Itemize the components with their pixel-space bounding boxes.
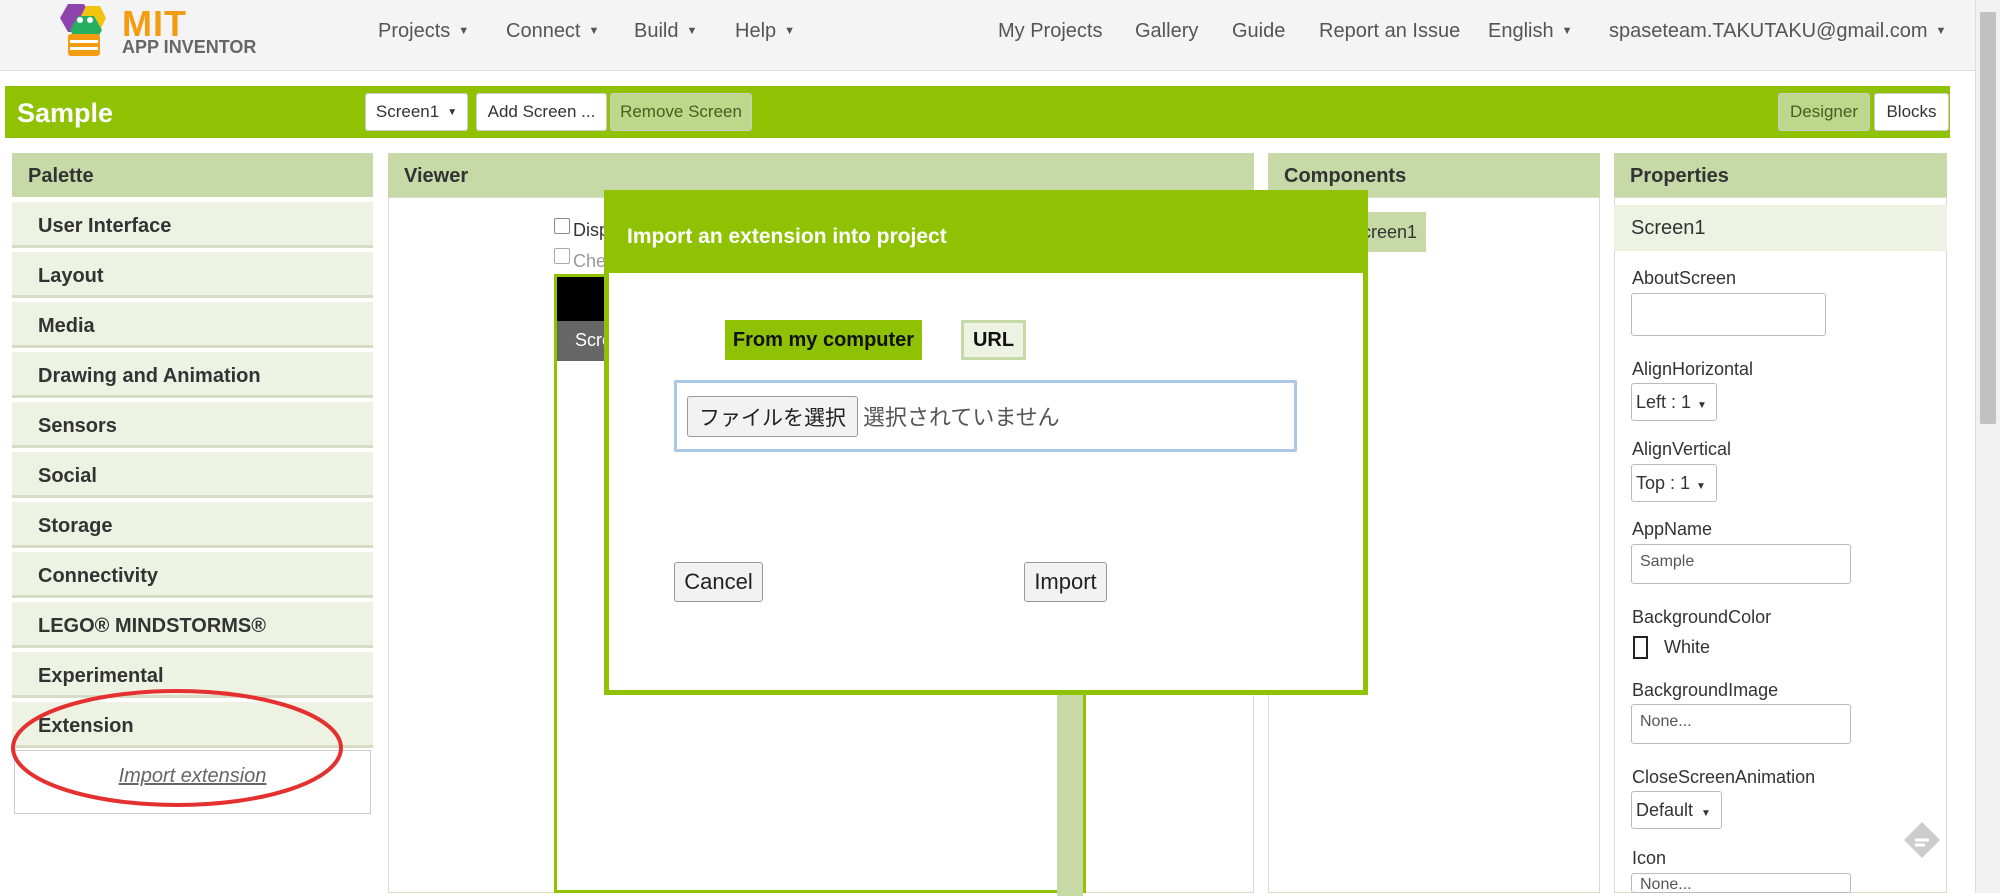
palette-storage[interactable]: Storage [12, 502, 373, 548]
color-swatch-icon[interactable] [1633, 636, 1648, 659]
prop-close-anim-value: Default [1636, 800, 1694, 820]
caret-down-icon: ▼ [1935, 25, 1947, 37]
nav-language[interactable]: English ▼ [1488, 20, 1573, 43]
prop-app-name-input[interactable]: Sample [1631, 544, 1851, 584]
prop-align-vertical-select[interactable]: Top : 1 ▼ [1631, 464, 1717, 502]
caret-down-icon: ▼ [458, 25, 470, 37]
dialog-title: Import an extension into project [609, 195, 1363, 273]
prop-bg-image-input[interactable]: None... [1631, 704, 1851, 744]
mit-logo-icon[interactable] [48, 2, 118, 60]
page-scrollbar[interactable] [1975, 0, 2000, 893]
remove-screen-button[interactable]: Remove Screen [610, 93, 752, 131]
nav-build-label: Build [634, 20, 679, 42]
choose-file-button[interactable]: ファイルを選択 [687, 396, 858, 437]
cancel-button[interactable]: Cancel [674, 562, 763, 602]
palette-media[interactable]: Media [12, 302, 373, 348]
caret-down-icon: ▼ [686, 25, 698, 37]
screen-select-label: Screen1 [375, 102, 440, 121]
project-toolbar: Sample Screen1 ▼ Add Screen ... Remove Sc… [5, 86, 1950, 138]
add-screen-button[interactable]: Add Screen ... [476, 93, 607, 131]
caret-down-icon: ▼ [1697, 400, 1707, 411]
caret-down-icon: ▼ [1696, 481, 1706, 492]
nav-build[interactable]: Build ▼ [634, 20, 697, 43]
nav-help-label: Help [735, 20, 777, 42]
nav-gallery[interactable]: Gallery [1135, 20, 1198, 43]
nav-guide[interactable]: Guide [1232, 20, 1285, 43]
palette-sensors[interactable]: Sensors [12, 402, 373, 448]
nav-account[interactable]: spaseteam.TAKUTAKU@gmail.com ▼ [1609, 20, 1946, 43]
import-button[interactable]: Import [1024, 562, 1107, 602]
caret-down-icon: ▼ [784, 25, 796, 37]
caret-down-icon: ▼ [1561, 25, 1573, 37]
prop-about-screen-input[interactable] [1631, 293, 1826, 336]
nav-help[interactable]: Help ▼ [735, 20, 795, 43]
nav-connect[interactable]: Connect ▼ [506, 20, 599, 43]
prop-about-screen-label: AboutScreen [1632, 268, 1737, 288]
nav-connect-label: Connect [506, 20, 581, 42]
project-title: Sample [17, 98, 114, 128]
nav-projects[interactable]: Projects ▼ [378, 20, 469, 43]
palette-social[interactable]: Social [12, 452, 373, 498]
top-nav: MIT APP INVENTOR Projects ▼ Connect ▼ Buil… [0, 0, 1975, 71]
nav-account-label: spaseteam.TAKUTAKU@gmail.com [1609, 20, 1928, 42]
screen-select[interactable]: Screen1 ▼ [365, 93, 468, 131]
prop-align-horizontal-value: Left : 1 [1636, 392, 1692, 412]
designer-button[interactable]: Designer [1778, 93, 1870, 131]
prop-app-name-label: AppName [1632, 519, 1713, 539]
prop-close-anim-select[interactable]: Default ▼ [1631, 791, 1722, 829]
prop-bg-color-label: BackgroundColor [1632, 607, 1772, 627]
prop-icon-label: Icon [1632, 848, 1667, 868]
file-input[interactable]: ファイルを選択 選択されていません [674, 380, 1297, 452]
properties-header: Properties [1614, 153, 1947, 197]
page-scrollbar-thumb[interactable] [1980, 12, 1996, 424]
component-tree-screen1[interactable]: creen1 [1360, 212, 1426, 252]
nav-my-projects[interactable]: My Projects [998, 20, 1102, 43]
caret-down-icon: ▼ [447, 106, 458, 118]
nav-projects-label: Projects [378, 20, 451, 42]
tablet-preview-label: Che [573, 251, 607, 271]
nav-report-issue[interactable]: Report an Issue [1319, 20, 1460, 43]
palette-user-interface[interactable]: User Interface [12, 202, 373, 248]
properties-component-name: Screen1 [1614, 205, 1947, 251]
logo-subtitle: APP INVENTOR [122, 37, 257, 57]
prop-align-vertical-value: Top : 1 [1636, 473, 1691, 493]
prop-align-vertical-label: AlignVertical [1632, 439, 1732, 459]
blocks-button[interactable]: Blocks [1874, 93, 1949, 131]
prop-align-horizontal-select[interactable]: Left : 1 ▼ [1631, 383, 1717, 421]
tab-url[interactable]: URL [961, 320, 1026, 360]
import-extension-dialog: Import an extension into project From my… [604, 190, 1368, 695]
highlight-ellipse [11, 689, 343, 807]
prop-close-anim-label: CloseScreenAnimation [1632, 767, 1816, 787]
prop-icon-input[interactable]: None... [1631, 873, 1851, 893]
prop-align-horizontal-label: AlignHorizontal [1632, 359, 1754, 379]
display-hidden-checkbox[interactable] [554, 218, 570, 234]
caret-down-icon: ▼ [588, 25, 600, 37]
prop-bg-color-value[interactable]: White [1664, 637, 1710, 658]
palette-drawing-animation[interactable]: Drawing and Animation [12, 352, 373, 398]
caret-down-icon: ▼ [1701, 808, 1711, 819]
prop-bg-image-label: BackgroundImage [1632, 680, 1779, 700]
palette-header: Palette [12, 153, 373, 197]
feedback-icon[interactable] [1902, 820, 1942, 860]
file-status-text: 選択されていません [863, 405, 1060, 430]
palette-layout[interactable]: Layout [12, 252, 373, 298]
tablet-preview-checkbox[interactable] [554, 248, 570, 264]
palette-lego-mindstorms[interactable]: LEGO® MINDSTORMS® [12, 602, 373, 648]
palette-connectivity[interactable]: Connectivity [12, 552, 373, 598]
nav-language-label: English [1488, 20, 1554, 42]
tab-from-my-computer[interactable]: From my computer [725, 320, 922, 360]
